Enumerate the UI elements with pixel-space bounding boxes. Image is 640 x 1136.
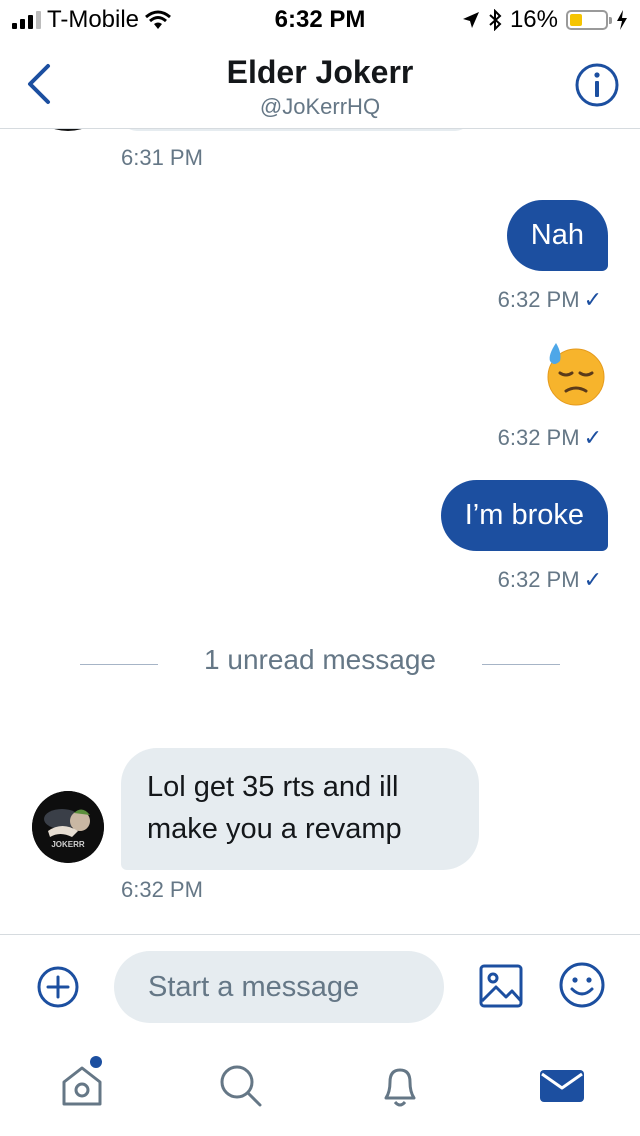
unread-divider: 1 unread message xyxy=(0,644,640,678)
message-bubble-incoming[interactable]: Lol get 35 rts and ill make you a revamp xyxy=(121,748,479,870)
timestamp-text: 6:32 PM xyxy=(497,567,580,592)
info-icon[interactable] xyxy=(574,62,620,108)
conversation-header: Elder Jokerr @JoKerrHQ xyxy=(0,40,640,129)
message-timestamp: 6:32 PM ✓ xyxy=(498,425,602,451)
charging-bolt-icon xyxy=(617,10,627,30)
image-icon[interactable] xyxy=(478,963,524,1009)
read-check-icon: ✓ xyxy=(583,425,602,450)
read-check-icon: ✓ xyxy=(583,567,602,592)
bell-icon[interactable] xyxy=(376,1060,424,1110)
search-icon[interactable] xyxy=(216,1060,264,1110)
mail-icon[interactable] xyxy=(538,1060,586,1110)
read-check-icon: ✓ xyxy=(583,287,602,312)
message-bubble-outgoing[interactable]: I’m broke xyxy=(440,480,608,551)
message-bubble-incoming xyxy=(121,129,471,131)
battery-icon xyxy=(566,10,612,30)
message-timestamp: 6:32 PM xyxy=(121,877,203,902)
notification-dot xyxy=(90,1056,102,1068)
conversation-title[interactable]: Elder Jokerr xyxy=(0,54,640,91)
message-timestamp: 6:31 PM xyxy=(121,145,203,170)
status-bar: T-Mobile 6:32 PM 16% xyxy=(0,0,640,40)
avatar-logo-text: JOKERR xyxy=(51,840,85,849)
unread-divider-label: 1 unread message xyxy=(204,644,436,675)
message-timestamp: 6:32 PM ✓ xyxy=(498,287,602,313)
avatar xyxy=(36,129,100,131)
timestamp-text: 6:32 PM xyxy=(497,425,580,450)
downcast-face-with-sweat-icon[interactable] xyxy=(542,341,608,407)
avatar[interactable]: JOKERR xyxy=(32,791,104,863)
battery-percent: 16% xyxy=(509,6,558,33)
smiley-icon[interactable] xyxy=(558,961,606,1009)
plus-circle-icon[interactable] xyxy=(36,965,80,1009)
battery-level-fill xyxy=(570,14,582,26)
avatar-image: JOKERR xyxy=(32,791,104,863)
conversation-handle: @JoKerrHQ xyxy=(259,94,381,119)
message-input[interactable] xyxy=(114,951,444,1023)
message-timestamp: 6:32 PM ✓ xyxy=(498,567,602,593)
home-icon[interactable] xyxy=(58,1060,106,1110)
status-bar-right: 16% xyxy=(462,6,628,34)
divider-line xyxy=(482,664,560,665)
message-list[interactable]: 6:31 PM Nah 6:32 PM ✓ 6:32 PM ✓ I’m broke … xyxy=(0,129,640,934)
tab-bar xyxy=(0,1034,640,1136)
message-composer xyxy=(0,934,640,1035)
timestamp-text: 6:32 PM xyxy=(497,287,580,312)
location-arrow-icon xyxy=(462,12,479,28)
message-bubble-outgoing[interactable]: Nah xyxy=(506,200,608,271)
bluetooth-icon xyxy=(489,9,502,31)
